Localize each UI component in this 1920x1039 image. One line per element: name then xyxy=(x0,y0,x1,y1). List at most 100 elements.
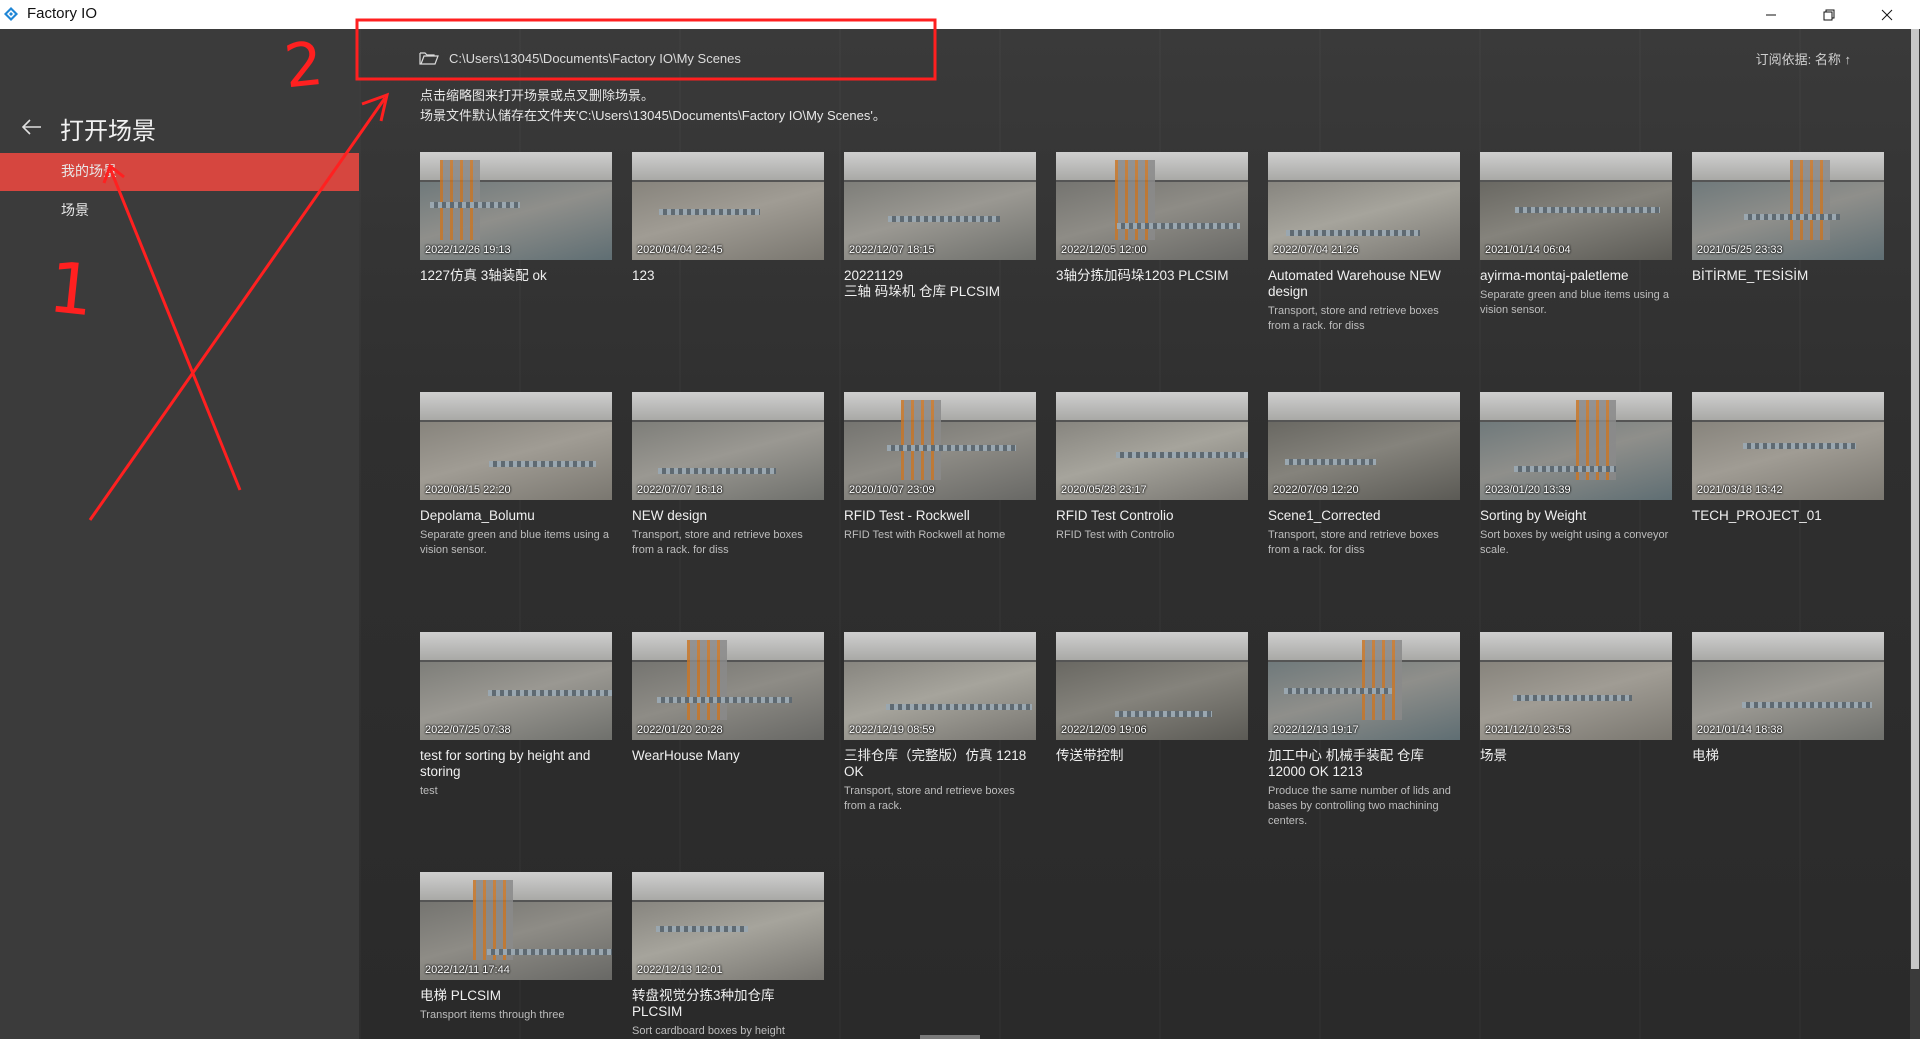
scene-card[interactable]: 2021/01/14 06:04 ayirma-montaj-paletleme S… xyxy=(1480,152,1672,318)
thumbnail-floor-line xyxy=(420,900,612,902)
scrollbar-thumb[interactable] xyxy=(1911,29,1919,969)
folder-path[interactable]: C:\Users\13045\Documents\Factory IO\My S… xyxy=(449,51,741,66)
scene-card[interactable]: 2020/04/04 22:45 123 xyxy=(632,152,824,284)
scene-date: 2022/12/26 19:13 xyxy=(425,244,511,256)
scene-card[interactable]: 2022/12/09 19:06 传送带控制 xyxy=(1056,632,1248,764)
thumbnail-rack xyxy=(440,160,480,240)
thumbnail-floor-line xyxy=(844,180,1036,182)
scene-date: 2022/12/13 12:01 xyxy=(637,964,723,976)
thumbnail-wall xyxy=(844,632,1036,660)
scene-title: ayirma-montaj-paletleme xyxy=(1480,268,1629,283)
scene-title: 加工中心 机械手装配 仓库12000 OK 1213 xyxy=(1268,748,1425,779)
thumbnail-conveyor xyxy=(1742,702,1872,708)
scene-card[interactable]: 2021/05/25 23:33 BİTİRME_TESİSİM xyxy=(1692,152,1884,284)
scene-thumbnail[interactable]: 2021/12/10 23:53 xyxy=(1480,632,1672,740)
scene-title: test for sorting by height and storing xyxy=(420,748,591,779)
scene-card[interactable]: 2022/07/07 18:18 NEW design Transport, sto… xyxy=(632,392,824,558)
scene-thumbnail[interactable]: 2023/01/20 13:39 xyxy=(1480,392,1672,500)
scene-card[interactable]: 2022/07/04 21:26 Automated Warehouse NEW … xyxy=(1268,152,1460,334)
close-button[interactable] xyxy=(1858,0,1916,29)
info-text-line2: 场景文件默认储存在文件夹'C:\Users\13045\Documents\Fa… xyxy=(420,108,886,123)
scene-thumbnail[interactable]: 2020/05/28 23:17 xyxy=(1056,392,1248,500)
scene-thumbnail[interactable]: 2022/07/07 18:18 xyxy=(632,392,824,500)
scene-thumbnail[interactable]: 2020/04/04 22:45 xyxy=(632,152,824,260)
thumbnail-floor-line xyxy=(1056,660,1248,662)
thumbnail-wall xyxy=(632,152,824,180)
scene-thumbnail[interactable]: 2022/12/07 18:15 xyxy=(844,152,1036,260)
scene-date: 2020/04/04 22:45 xyxy=(637,244,723,256)
scene-thumbnail[interactable]: 2022/12/26 19:13 xyxy=(420,152,612,260)
scene-title: 20221129 三轴 码垛机 仓库 PLCSIM xyxy=(844,268,1001,299)
scene-card[interactable]: 2022/12/13 19:17 加工中心 机械手装配 仓库12000 OK 12… xyxy=(1268,632,1460,829)
scene-thumbnail[interactable]: 2022/12/09 19:06 xyxy=(1056,632,1248,740)
scene-description: test xyxy=(420,785,438,797)
thumbnail-wall xyxy=(1692,632,1884,660)
thumbnail-floor-line xyxy=(1692,660,1884,662)
restore-button[interactable] xyxy=(1800,0,1858,29)
scene-card[interactable]: 2023/01/20 13:39 Sorting by Weight Sort bo… xyxy=(1480,392,1672,558)
thumbnail-floor-line xyxy=(632,420,824,422)
scene-card[interactable]: 2020/05/28 23:17 RFID Test Controlio RFID … xyxy=(1056,392,1248,543)
thumbnail-conveyor xyxy=(430,202,520,208)
scene-card[interactable]: 2022/07/09 12:20 Scene1_Corrected Transpor… xyxy=(1268,392,1460,558)
thumbnail-conveyor xyxy=(1514,466,1616,472)
scene-description: Sort boxes by weight using a conveyor sc… xyxy=(1480,529,1669,556)
scene-thumbnail[interactable]: 2021/01/14 18:38 xyxy=(1692,632,1884,740)
horizontal-scroll-indicator[interactable] xyxy=(920,1035,980,1039)
scene-card[interactable]: 2020/08/15 22:20 Depolama_Bolumu Separate … xyxy=(420,392,612,558)
page-title: 打开场景 xyxy=(60,117,156,145)
scene-thumbnail[interactable]: 2020/08/15 22:20 xyxy=(420,392,612,500)
scene-card[interactable]: 2022/12/05 12:00 3轴分拣加码垛1203 PLCSIM xyxy=(1056,152,1248,284)
scene-thumbnail[interactable]: 2022/07/25 07:38 xyxy=(420,632,612,740)
scene-card[interactable]: 2021/03/18 13:42 TECH_PROJECT_01 xyxy=(1692,392,1884,524)
scene-thumbnail[interactable]: 2022/12/13 19:17 xyxy=(1268,632,1460,740)
scene-card[interactable]: 2021/12/10 23:53 场景 xyxy=(1480,632,1672,764)
scene-thumbnail[interactable]: 2022/07/09 12:20 xyxy=(1268,392,1460,500)
scene-card[interactable]: 2022/12/19 08:59 三排仓库（完整版）仿真 1218 OK Trans… xyxy=(844,632,1036,814)
scene-card[interactable]: 2022/01/20 20:28 WearHouse Many xyxy=(632,632,824,764)
folder-path-bar[interactable]: C:\Users\13045\Documents\Factory IO\My S… xyxy=(419,48,741,68)
thumbnail-floor-line xyxy=(1268,180,1460,182)
scene-thumbnail[interactable]: 2021/05/25 23:33 xyxy=(1692,152,1884,260)
thumbnail-wall xyxy=(1056,392,1248,420)
scene-card[interactable]: 2022/12/07 18:15 20221129 三轴 码垛机 仓库 PLCSI… xyxy=(844,152,1036,300)
scene-card[interactable]: 2020/10/07 23:09 RFID Test - Rockwell RFID… xyxy=(844,392,1036,543)
scene-date: 2022/07/04 21:26 xyxy=(1273,244,1359,256)
thumbnail-floor-line xyxy=(1480,660,1672,662)
scene-title: RFID Test Controlio xyxy=(1056,508,1174,523)
thumbnail-wall xyxy=(1268,392,1460,420)
scene-date: 2022/01/20 20:28 xyxy=(637,724,723,736)
scene-thumbnail[interactable]: 2021/03/18 13:42 xyxy=(1692,392,1884,500)
thumbnail-conveyor xyxy=(887,445,1016,451)
thumbnail-floor-line xyxy=(1480,180,1672,182)
sort-selector[interactable]: 订阅依据: 名称 ↑ xyxy=(1756,49,1851,68)
scene-thumbnail[interactable]: 2022/12/05 12:00 xyxy=(1056,152,1248,260)
scene-date: 2022/07/25 07:38 xyxy=(425,724,511,736)
scene-card[interactable]: 2022/07/25 07:38 test for sorting by heig… xyxy=(420,632,612,799)
close-icon xyxy=(1881,9,1893,20)
scene-card[interactable]: 2021/01/14 18:38 电梯 xyxy=(1692,632,1884,764)
thumbnail-wall xyxy=(632,872,824,900)
scene-date: 2022/12/19 08:59 xyxy=(849,724,935,736)
scene-thumbnail[interactable]: 2022/12/11 17:44 xyxy=(420,872,612,980)
scene-thumbnail[interactable]: 2021/01/14 06:04 xyxy=(1480,152,1672,260)
scene-date: 2021/01/14 18:38 xyxy=(1697,724,1783,736)
minimize-button[interactable] xyxy=(1742,0,1800,29)
sidebar-item-my-scenes[interactable]: 我的场景 xyxy=(0,153,359,191)
scene-title: RFID Test - Rockwell xyxy=(844,508,970,523)
scene-description: Transport, store and retrieve boxes from… xyxy=(1268,529,1439,556)
back-arrow-icon[interactable] xyxy=(20,115,44,139)
scene-card[interactable]: 2022/12/13 12:01 转盘视觉分拣3种加仓库 PLCSIM Sort c… xyxy=(632,872,824,1039)
scene-thumbnail[interactable]: 2022/12/19 08:59 xyxy=(844,632,1036,740)
scene-title: BİTİRME_TESİSİM xyxy=(1692,268,1809,283)
scene-thumbnail[interactable]: 2022/12/13 12:01 xyxy=(632,872,824,980)
scene-card[interactable]: 2022/12/11 17:44 电梯 PLCSIM Transport items… xyxy=(420,872,612,1023)
scene-title: WearHouse Many xyxy=(632,748,740,763)
scene-date: 2020/05/28 23:17 xyxy=(1061,484,1147,496)
scene-card[interactable]: 2022/12/26 19:13 1227仿真 3轴装配 ok xyxy=(420,152,612,284)
scene-thumbnail[interactable]: 2022/01/20 20:28 xyxy=(632,632,824,740)
sidebar-item-scenes[interactable]: 场景 xyxy=(0,192,359,230)
scene-thumbnail[interactable]: 2020/10/07 23:09 xyxy=(844,392,1036,500)
thumbnail-wall xyxy=(1268,152,1460,180)
scene-thumbnail[interactable]: 2022/07/04 21:26 xyxy=(1268,152,1460,260)
